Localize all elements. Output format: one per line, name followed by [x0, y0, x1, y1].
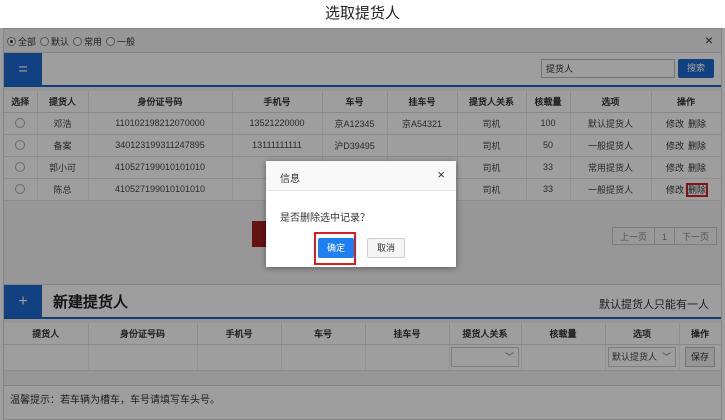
- dialog-header: 信息 ×: [266, 161, 456, 191]
- close-icon[interactable]: ×: [437, 168, 445, 182]
- confirm-button[interactable]: 确定: [318, 238, 354, 258]
- dialog-message: 是否删除选中记录？: [280, 213, 370, 224]
- dialog-title: 信息: [280, 174, 300, 185]
- confirm-dialog: 信息 × 是否删除选中记录？ 确定 取消: [266, 161, 456, 267]
- cancel-button[interactable]: 取消: [367, 238, 405, 258]
- page-title: 选取提货人: [0, 0, 725, 28]
